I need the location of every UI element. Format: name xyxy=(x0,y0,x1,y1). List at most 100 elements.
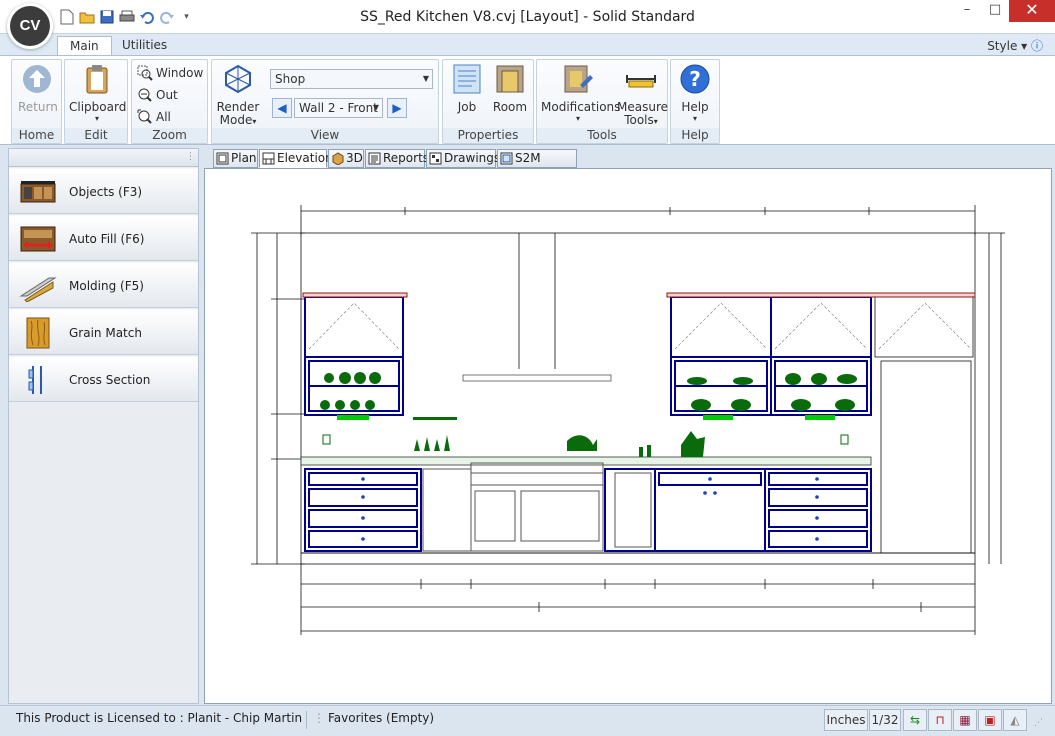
elevation-drawing[interactable] xyxy=(205,169,1053,705)
group-edit-label: Edit xyxy=(65,128,127,143)
lock-icon[interactable]: ◭ xyxy=(1003,709,1027,731)
library-select[interactable]: Shop ▼ xyxy=(270,69,433,89)
render-mode-label-2: Mode xyxy=(219,113,253,127)
style-menu[interactable]: Style ▾ ⓘ xyxy=(987,37,1043,54)
tab-utilities[interactable]: Utilities xyxy=(110,36,179,56)
measure-tools-dropdown-icon: ▾ xyxy=(653,117,658,126)
return-label: Return xyxy=(18,100,58,114)
modifications-dropdown-icon: ▾ xyxy=(575,114,580,123)
maximize-button[interactable]: □ xyxy=(981,0,1009,22)
elevation-icon xyxy=(262,152,275,165)
help-button[interactable]: ? Help ▾ xyxy=(677,63,713,123)
sidebar-item-cross-section[interactable]: Cross Section xyxy=(9,356,198,402)
group-properties-label: Properties xyxy=(443,128,533,143)
tab-reports-label: Reports xyxy=(383,151,430,165)
zoom-out-button[interactable]: Out xyxy=(137,87,178,103)
units-indicator[interactable]: Inches xyxy=(824,709,868,731)
tab-plan[interactable]: Plan xyxy=(213,149,258,168)
resize-grip-icon[interactable]: ⋰ xyxy=(1034,718,1043,728)
zoom-out-icon xyxy=(138,88,152,102)
wall-dropdown-icon: ▼ xyxy=(372,103,379,112)
job-button[interactable]: Job xyxy=(449,63,485,114)
render-mode-icon xyxy=(225,64,251,94)
group-help-label: Help xyxy=(671,128,719,143)
zoom-window-label: Window xyxy=(156,66,204,80)
clipboard-label: Clipboard xyxy=(69,100,127,114)
tab-main[interactable]: Main xyxy=(57,36,112,56)
render-mode-button[interactable]: Render Mode▾ xyxy=(215,63,261,128)
previous-wall-button[interactable]: ◀ xyxy=(272,98,292,118)
measure-tools-label: Measure xyxy=(617,100,668,114)
zoom-window-icon xyxy=(137,65,153,81)
ribbon: Return Home Clipboard ▾ Edit Window Out … xyxy=(0,55,1055,145)
grain-match-icon xyxy=(26,317,50,349)
zoom-out-label: Out xyxy=(156,88,178,102)
app-logo[interactable]: CV xyxy=(10,6,50,46)
precision-indicator[interactable]: 1/32 xyxy=(869,709,901,731)
sidebar-item-auto-fill[interactable]: Auto Fill (F6) xyxy=(9,215,198,261)
measure-tools-label-2: Tools xyxy=(624,113,654,127)
group-zoom-label: Zoom xyxy=(132,128,207,143)
room-button[interactable]: Room xyxy=(491,63,529,114)
sidebar-item-objects[interactable]: Objects (F3) xyxy=(9,168,198,214)
tab-drawings[interactable]: Drawings xyxy=(426,149,500,168)
window-controls: – □ ✕ xyxy=(953,0,1055,22)
clipboard-dropdown-icon: ▾ xyxy=(94,114,99,123)
left-panel: ⋮ Objects (F3) Auto Fill (F6) Molding (F… xyxy=(8,148,199,704)
status-separator xyxy=(306,711,307,729)
sidebar-item-label: Grain Match xyxy=(69,326,142,340)
grid-snap-icon[interactable]: ▣ xyxy=(978,709,1002,731)
wall-select[interactable]: Wall 2 - Front ▼ xyxy=(294,98,383,118)
sidebar-item-label: Molding (F5) xyxy=(69,279,144,293)
object-snap-icon[interactable]: ▦ xyxy=(953,709,977,731)
sidebar-item-grain-match[interactable]: Grain Match xyxy=(9,309,198,355)
group-home-label: Home xyxy=(12,128,61,143)
svg-text:?: ? xyxy=(689,67,701,91)
license-text: This Product is Licensed to : Planit - C… xyxy=(16,711,303,725)
help-label: Help xyxy=(681,100,709,114)
group-tools: Modifications ▾ Measure Tools▾ Tools xyxy=(536,59,668,144)
room-icon xyxy=(496,65,524,93)
library-dropdown-icon: ▼ xyxy=(422,74,429,83)
help-icon: ? xyxy=(680,64,710,94)
group-tools-label: Tools xyxy=(537,128,667,143)
wall-select-value: Wall 2 - Front xyxy=(299,101,378,115)
snap-toggle-icon[interactable]: ⇆ xyxy=(903,709,927,731)
tab-3d[interactable]: 3D xyxy=(328,149,364,168)
close-button[interactable]: ✕ xyxy=(1009,0,1055,22)
tab-reports[interactable]: Reports xyxy=(365,149,429,168)
favorites-text[interactable]: Favorites (Empty) xyxy=(328,711,434,725)
tab-elevation-label: Elevation xyxy=(277,151,333,165)
drawings-icon xyxy=(429,152,442,165)
measure-tools-button[interactable]: Measure Tools▾ xyxy=(617,63,668,128)
help-small-icon[interactable]: ⓘ xyxy=(1031,39,1043,53)
molding-icon xyxy=(19,277,57,302)
tab-elevation[interactable]: Elevation xyxy=(259,149,333,168)
job-label: Job xyxy=(457,100,477,114)
library-select-value: Shop xyxy=(275,72,306,86)
zoom-all-button[interactable]: All xyxy=(137,109,171,125)
zoom-all-label: All xyxy=(156,110,171,124)
measure-tools-icon xyxy=(626,75,656,88)
clipboard-button[interactable]: Clipboard ▾ xyxy=(69,63,127,123)
panel-grip-icon[interactable]: ⋮ xyxy=(186,152,195,162)
return-button[interactable]: Return xyxy=(18,63,58,114)
snap-magnet-icon[interactable]: ⊓ xyxy=(928,709,952,731)
tab-s2m-center[interactable]: S2M Center xyxy=(497,149,577,182)
modifications-icon xyxy=(564,65,593,93)
tab-drawings-label: Drawings xyxy=(444,151,501,165)
zoom-all-icon xyxy=(137,109,152,124)
modifications-button[interactable]: Modifications ▾ xyxy=(541,63,620,123)
title-bar: CV ▾ SS_Red Kitchen V8.cvj [Layout] - So… xyxy=(0,0,1055,46)
sidebar-item-label: Cross Section xyxy=(69,373,151,387)
next-wall-button[interactable]: ▶ xyxy=(387,98,407,118)
sidebar-item-molding[interactable]: Molding (F5) xyxy=(9,262,198,308)
minimize-button[interactable]: – xyxy=(953,0,981,22)
favorites-grip-icon[interactable]: ⋮ xyxy=(313,711,325,725)
zoom-window-button[interactable]: Window xyxy=(137,65,203,81)
group-zoom: Window Out All Zoom xyxy=(131,59,208,144)
render-mode-dropdown-icon: ▾ xyxy=(252,117,257,126)
group-view: Render Mode▾ Shop ▼ ◀ Wall 2 - Front ▼ ▶… xyxy=(211,59,439,144)
elevation-canvas[interactable] xyxy=(204,168,1052,704)
group-edit: Clipboard ▾ Edit xyxy=(64,59,128,144)
